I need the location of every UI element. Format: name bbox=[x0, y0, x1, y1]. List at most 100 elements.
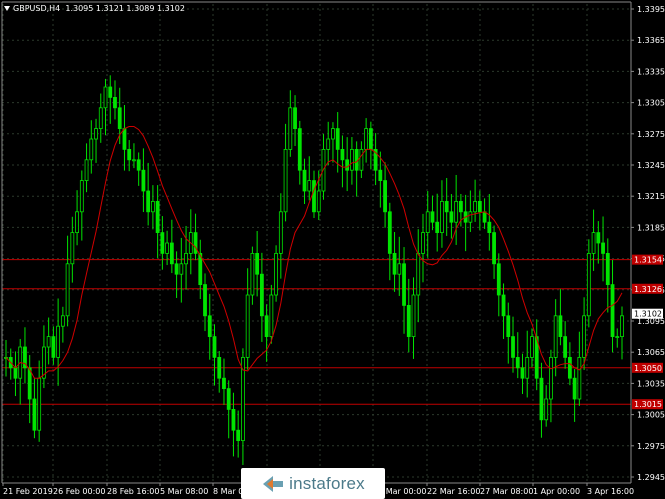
symbol-label: GBPUSD,H4 bbox=[13, 4, 61, 13]
candle-body bbox=[539, 377, 544, 421]
candle-body bbox=[207, 315, 212, 337]
candle-body bbox=[184, 252, 188, 265]
candle-body bbox=[335, 128, 340, 150]
candle-body bbox=[610, 284, 615, 338]
x-tick-label: 28 Feb 16:00 bbox=[107, 487, 159, 496]
candle-body bbox=[402, 263, 406, 306]
x-tick-label: 5 Mar 08:00 bbox=[160, 487, 208, 496]
candle-body bbox=[586, 252, 591, 317]
x-tick-label: 21 Feb 2019 bbox=[3, 487, 53, 496]
y-tick-label: 1.3395 bbox=[637, 5, 665, 14]
candle-body bbox=[549, 356, 553, 400]
candle-body bbox=[316, 190, 321, 213]
candle-body bbox=[217, 356, 222, 379]
candle-body bbox=[259, 273, 264, 317]
candle-body bbox=[245, 294, 250, 358]
y-tick-label: 1.3335 bbox=[637, 67, 665, 76]
candle-body bbox=[605, 252, 610, 285]
y-tick-label: 1.3065 bbox=[637, 348, 665, 357]
candle-body bbox=[122, 128, 127, 150]
candle-body bbox=[174, 263, 179, 275]
candle-body bbox=[582, 315, 586, 358]
candle-body bbox=[113, 97, 117, 109]
candle-body bbox=[32, 398, 37, 431]
candle-body bbox=[108, 86, 113, 98]
candle-body bbox=[297, 128, 302, 171]
candle-body bbox=[620, 315, 624, 337]
candle-body bbox=[520, 367, 525, 379]
x-tick-label: 27 Mar 08:00 bbox=[480, 487, 533, 496]
level-label: 1.3050 bbox=[634, 364, 662, 373]
candle-body bbox=[506, 315, 511, 337]
dropdown-triangle-icon[interactable] bbox=[4, 6, 10, 11]
candle-body bbox=[141, 169, 146, 192]
candle-body bbox=[368, 128, 373, 150]
candle-body bbox=[406, 304, 411, 337]
y-tick-label: 1.3035 bbox=[637, 379, 665, 388]
candle-body bbox=[278, 211, 283, 254]
candle-body bbox=[264, 315, 269, 337]
candle-body bbox=[250, 252, 255, 296]
candle-body bbox=[530, 336, 534, 358]
candle-body bbox=[203, 284, 207, 317]
candle-body bbox=[293, 107, 297, 130]
candle-body bbox=[84, 159, 89, 182]
candle-body bbox=[345, 159, 350, 171]
y-tick-label: 1.3245 bbox=[637, 161, 665, 170]
candle-body bbox=[425, 211, 430, 234]
candle-body bbox=[56, 325, 61, 358]
candle-body bbox=[544, 398, 549, 421]
price-chart[interactable]: 1.3395 1.3365 1.3335 1.3305 1.3275 1.3245 1.32… bbox=[0, 0, 665, 499]
candle-body bbox=[13, 367, 18, 379]
candle-body bbox=[487, 221, 492, 233]
candle-body bbox=[421, 232, 425, 254]
candle-body bbox=[283, 148, 288, 213]
candle-body bbox=[468, 211, 473, 223]
candle-body bbox=[525, 356, 530, 379]
x-tick-label: 22 Mar 16:00 bbox=[427, 487, 480, 496]
candle-body bbox=[553, 315, 558, 358]
x-tick-label: 3 Apr 16:00 bbox=[587, 487, 634, 496]
candle-body bbox=[193, 232, 198, 254]
candle-body bbox=[383, 180, 387, 213]
candle-body bbox=[312, 180, 316, 213]
candle-body bbox=[515, 356, 520, 369]
candle-body bbox=[392, 252, 397, 275]
instaforex-mark-icon bbox=[263, 475, 284, 492]
candle-body bbox=[359, 148, 364, 171]
candle-body bbox=[350, 148, 354, 171]
logo-text: instaforex bbox=[289, 473, 365, 493]
candle-body bbox=[150, 200, 155, 213]
candle-body bbox=[165, 242, 170, 254]
y-tick-label: 1.2945 bbox=[637, 473, 665, 482]
candle-body bbox=[440, 200, 444, 233]
candle-body bbox=[378, 169, 383, 181]
x-tick-label: 1 Apr 00:00 bbox=[533, 487, 580, 496]
y-tick-label: 1.3275 bbox=[637, 130, 665, 139]
candle-body bbox=[212, 336, 217, 358]
candle-body bbox=[37, 377, 42, 431]
candle-body bbox=[563, 336, 568, 358]
candle-body bbox=[179, 263, 184, 275]
y-tick-label: 1.3005 bbox=[637, 411, 665, 420]
candle-body bbox=[364, 128, 369, 150]
candle-body bbox=[454, 200, 459, 223]
candle-body bbox=[70, 232, 75, 265]
candle-body bbox=[136, 159, 141, 171]
candle-body bbox=[397, 263, 402, 275]
candle-body bbox=[444, 200, 449, 213]
candle-body bbox=[482, 211, 487, 223]
candle-body bbox=[302, 169, 307, 192]
candle-body bbox=[160, 232, 165, 254]
candle-body bbox=[117, 107, 122, 130]
current-price-label: 1.3102 bbox=[634, 310, 662, 319]
candle-body bbox=[169, 242, 174, 265]
ohlc-values: 1.3095 1.3121 1.3089 1.3102 bbox=[65, 4, 185, 13]
candle-body bbox=[127, 148, 132, 161]
y-tick-label: 1.3365 bbox=[637, 36, 665, 45]
level-label: 1.3126 bbox=[634, 285, 662, 294]
candle-body bbox=[601, 242, 605, 254]
candle-body bbox=[492, 232, 496, 265]
candle-body bbox=[511, 336, 515, 358]
candle-body bbox=[340, 148, 345, 161]
